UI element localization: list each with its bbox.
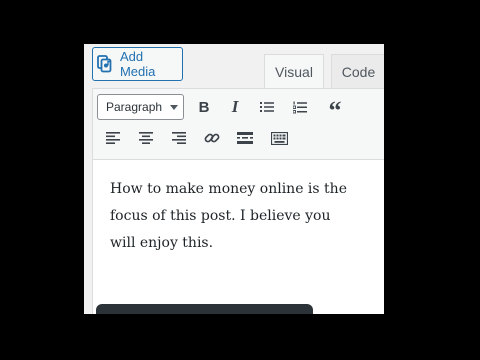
tab-code[interactable]: Code xyxy=(331,54,384,88)
format-select[interactable]: Paragraph xyxy=(97,94,184,120)
add-media-label: Add Media xyxy=(119,49,156,79)
post-editor: Add Media Visual Code Paragraph B I “ Ho… xyxy=(84,44,384,314)
bold-button[interactable]: B xyxy=(191,94,217,120)
align-center-icon xyxy=(139,132,153,144)
editor-toolbar: Paragraph B I “ xyxy=(92,88,384,160)
align-right-button[interactable] xyxy=(166,125,192,151)
floating-toolbar xyxy=(96,304,313,314)
bulleted-list-button[interactable] xyxy=(254,94,280,120)
align-left-icon xyxy=(106,132,120,144)
italic-icon: I xyxy=(231,97,239,116)
blockquote-icon: “ xyxy=(328,96,342,125)
numbered-list-icon xyxy=(293,101,307,113)
numbered-list-button[interactable] xyxy=(287,94,313,120)
chevron-down-icon xyxy=(170,105,178,110)
blockquote-button[interactable]: “ xyxy=(322,94,348,124)
bold-icon: B xyxy=(198,98,210,116)
tab-visual[interactable]: Visual xyxy=(264,54,324,88)
link-icon xyxy=(204,133,220,143)
align-center-button[interactable] xyxy=(133,125,159,151)
read-more-button[interactable] xyxy=(232,125,258,151)
bulleted-list-icon xyxy=(260,102,274,112)
add-media-button[interactable]: Add Media xyxy=(92,47,183,81)
format-select-value: Paragraph xyxy=(106,100,163,114)
insert-link-button[interactable] xyxy=(199,125,225,151)
keyboard-icon xyxy=(270,131,288,145)
editor-content-area[interactable]: How to make money online is the focus of… xyxy=(92,160,384,314)
italic-button[interactable]: I xyxy=(222,94,248,120)
align-right-icon xyxy=(172,132,186,144)
post-body-text: How to make money online is the focus of… xyxy=(110,181,347,251)
read-more-icon xyxy=(237,132,253,144)
align-left-button[interactable] xyxy=(100,125,126,151)
toolbar-toggle-button[interactable] xyxy=(266,125,292,151)
add-media-icon xyxy=(97,55,112,73)
